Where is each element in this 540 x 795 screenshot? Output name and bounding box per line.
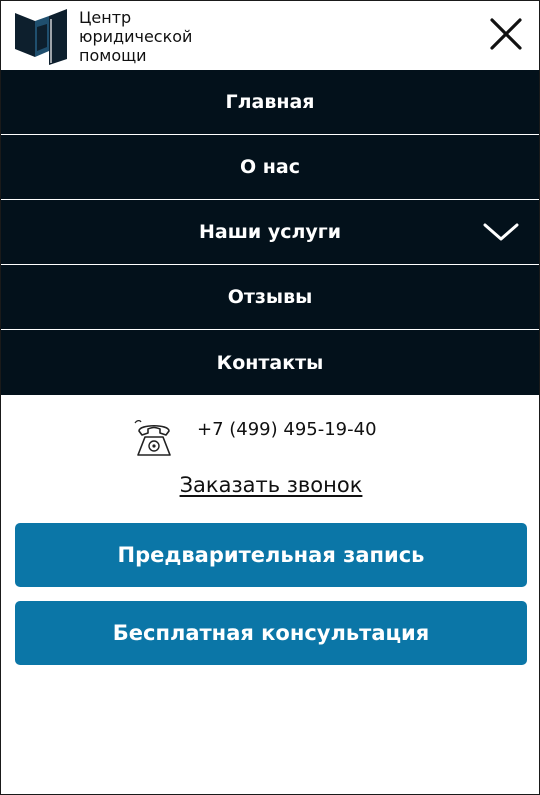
nav-item-services[interactable]: Наши услуги [1,200,539,265]
logo-text: Центр юридической помощи [79,8,192,65]
nav-item-label: Контакты [216,351,324,374]
free-consultation-button[interactable]: Бесплатная консультация [15,601,527,665]
chevron-down-icon[interactable] [483,222,519,242]
nav-item-home[interactable]: Главная [1,70,539,135]
book-icon [15,9,67,65]
nav-item-about[interactable]: О нас [1,135,539,200]
nav-item-label: О нас [240,156,300,178]
logo-line-3: помощи [79,46,147,65]
telephone-icon [134,420,171,456]
main-nav: Главная О нас Наши услуги Отзывы Контакт… [1,70,539,395]
nav-item-label: Отзывы [227,286,313,308]
nav-item-label: Главная [225,91,315,113]
logo-line-1: Центр [79,8,132,27]
close-icon[interactable] [489,17,523,51]
logo[interactable]: Центр юридической помощи [15,7,192,65]
page-frame: Центр юридической помощи Главная О нас Н… [0,0,540,795]
nav-item-contacts[interactable]: Контакты [1,330,539,395]
logo-line-2: юридической [79,27,193,46]
appointment-button[interactable]: Предварительная запись [15,523,527,587]
callback-link[interactable]: Заказать звонок [1,473,540,497]
phone-number[interactable]: +7 (499) 495-19-40 [197,419,377,440]
nav-item-reviews[interactable]: Отзывы [1,265,539,330]
nav-item-label: Наши услуги [198,221,342,243]
header: Центр юридической помощи [1,1,539,70]
